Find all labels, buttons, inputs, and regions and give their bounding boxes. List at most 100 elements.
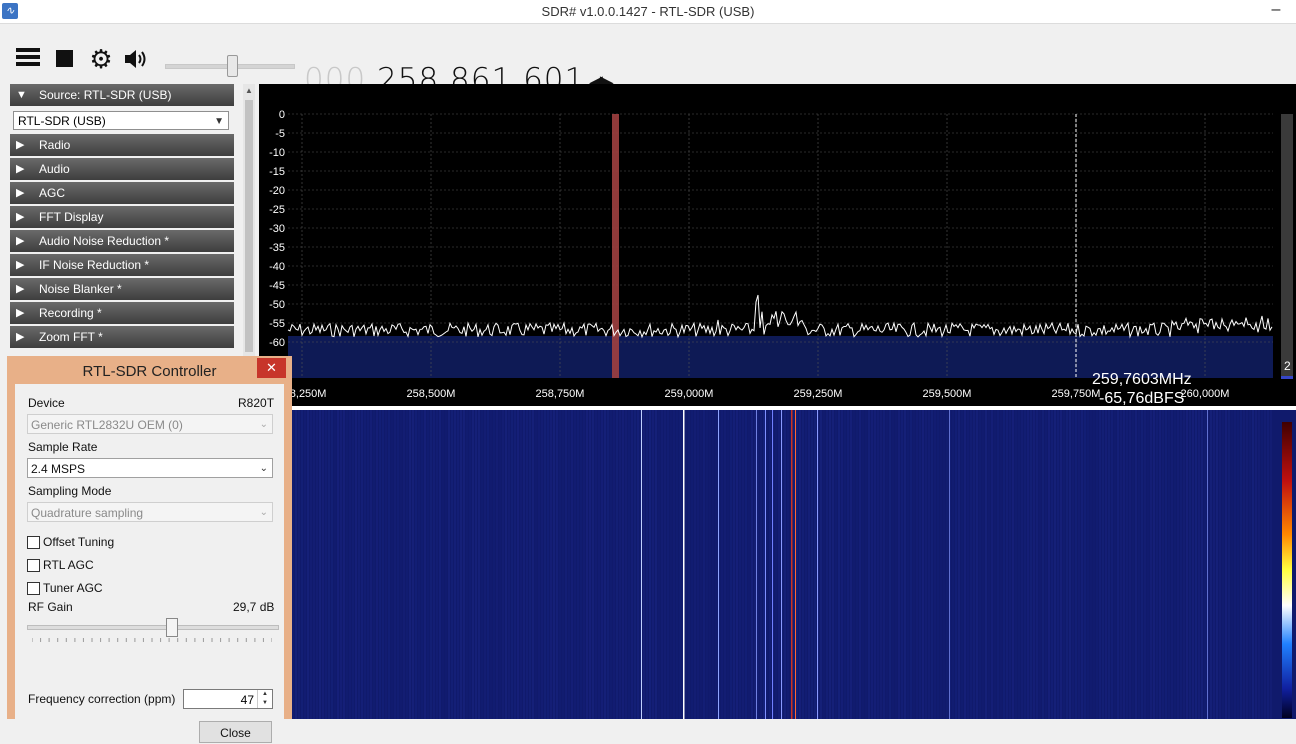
waterfall-noise <box>970 410 972 719</box>
waterfall-noise <box>685 410 687 719</box>
sidebar-scrollbar[interactable]: ▲ <box>243 84 255 356</box>
waterfall-noise <box>1081 410 1083 719</box>
waterfall-noise <box>310 410 312 719</box>
waterfall-noise <box>412 410 414 719</box>
device-select[interactable]: Generic RTL2832U OEM (0) ⌄ <box>27 414 273 434</box>
waterfall-noise <box>670 410 672 719</box>
waterfall-noise <box>1117 410 1119 719</box>
waterfall-noise <box>1168 410 1170 719</box>
waterfall-noise <box>679 410 681 719</box>
panel-header-radio[interactable]: ▶ Radio <box>10 134 234 156</box>
waterfall-noise <box>643 410 645 719</box>
db-tick-label: -45 <box>269 280 285 292</box>
waterfall-noise <box>976 410 978 719</box>
panel-header-audio[interactable]: ▶ Audio <box>10 158 234 180</box>
dialog-title-bar[interactable]: RTL-SDR Controller ✕ <box>7 356 292 384</box>
chevron-down-icon: ⌄ <box>259 507 268 518</box>
source-select[interactable]: RTL-SDR (USB) ▼ <box>13 111 229 130</box>
source-panel-header[interactable]: ▼ Source: RTL-SDR (USB) <box>10 84 234 106</box>
ppm-input[interactable]: 47 ▲ ▼ <box>183 689 273 709</box>
waterfall-noise <box>982 410 984 719</box>
spectrum-scrollbar[interactable] <box>1281 114 1293 376</box>
rf-gain-slider-thumb[interactable] <box>166 618 179 637</box>
panel-header-label: Zoom FFT * <box>39 330 103 344</box>
waterfall-noise <box>763 410 765 719</box>
waterfall-noise <box>367 410 369 719</box>
waterfall-noise <box>1126 410 1128 719</box>
waterfall-noise <box>802 410 804 719</box>
waterfall-noise <box>1213 410 1215 719</box>
waterfall-noise <box>1078 410 1080 719</box>
sidebar-scroll-thumb[interactable] <box>245 100 253 352</box>
waterfall-noise <box>964 410 966 719</box>
rtl-agc-checkbox[interactable] <box>27 559 40 572</box>
gear-icon[interactable]: ⚙ <box>88 46 114 72</box>
waterfall-noise <box>700 410 702 719</box>
waterfall-noise <box>520 410 522 719</box>
spectrum-scroll-thumb[interactable] <box>1281 376 1293 379</box>
waterfall-noise <box>874 410 876 719</box>
waterfall-noise <box>358 410 360 719</box>
waterfall-noise <box>580 410 582 719</box>
speaker-icon[interactable] <box>123 46 149 72</box>
offset-tuning-checkbox[interactable] <box>27 536 40 549</box>
sample-rate-select[interactable]: 2.4 MSPS ⌄ <box>27 458 273 478</box>
close-button[interactable]: Close <box>199 721 272 743</box>
device-tuner-value: R820T <box>238 396 275 410</box>
waterfall-noise <box>979 410 981 719</box>
dialog-close-icon[interactable]: ✕ <box>257 358 286 378</box>
waterfall-noise <box>613 410 615 719</box>
ppm-value: 47 <box>240 693 254 707</box>
waterfall-noise <box>1018 410 1020 719</box>
waterfall-noise <box>787 410 789 719</box>
waterfall-noise <box>823 410 825 719</box>
freq-tick-label: 259,250M <box>794 388 843 400</box>
waterfall-noise <box>832 410 834 719</box>
waterfall-noise <box>622 410 624 719</box>
waterfall-noise <box>340 410 342 719</box>
rf-gain-slider[interactable] <box>27 625 279 630</box>
panel-header-agc[interactable]: ▶ AGC <box>10 182 234 204</box>
waterfall-noise <box>904 410 906 719</box>
spectrum-analyzer[interactable]: 0 -5 -10 -15 -20 -25 -30 -35 -40 -45 -50 -55 -60 258,… <box>259 84 1296 407</box>
panel-header-recording[interactable]: ▶ Recording * <box>10 302 234 324</box>
waterfall-noise <box>337 410 339 719</box>
volume-slider-thumb[interactable] <box>227 55 238 77</box>
waterfall-noise <box>1042 410 1044 719</box>
waterfall-noise <box>370 410 372 719</box>
sampling-mode-select[interactable]: Quadrature sampling ⌄ <box>27 502 273 522</box>
waterfall-noise <box>601 410 603 719</box>
waterfall-signal-line <box>817 410 818 719</box>
waterfall-noise <box>571 410 573 719</box>
panel-header-noise-blanker[interactable]: ▶ Noise Blanker * <box>10 278 234 300</box>
volume-slider[interactable] <box>165 55 295 77</box>
waterfall-noise <box>1123 410 1125 719</box>
waterfall-display[interactable] <box>259 410 1296 719</box>
panel-header-fft-display[interactable]: ▶ FFT Display <box>10 206 234 228</box>
waterfall-noise <box>850 410 852 719</box>
waterfall-noise <box>847 410 849 719</box>
menu-icon[interactable] <box>16 46 42 72</box>
waterfall-noise <box>676 410 678 719</box>
panel-header-zoom-fft[interactable]: ▶ Zoom FFT * <box>10 326 234 348</box>
waterfall-noise <box>343 410 345 719</box>
panel-header-if-noise-reduction[interactable]: ▶ IF Noise Reduction * <box>10 254 234 276</box>
waterfall-noise <box>304 410 306 719</box>
waterfall-noise <box>544 410 546 719</box>
minimize-button[interactable]: – <box>1266 0 1286 23</box>
waterfall-noise <box>1096 410 1098 719</box>
waterfall-noise <box>607 410 609 719</box>
waterfall-noise <box>1159 410 1161 719</box>
panel-header-audio-noise-reduction[interactable]: ▶ Audio Noise Reduction * <box>10 230 234 252</box>
waterfall-noise <box>292 410 294 719</box>
ppm-spinner-icon[interactable]: ▲ ▼ <box>257 690 272 708</box>
scroll-up-icon[interactable]: ▲ <box>243 84 255 98</box>
waterfall-noise <box>499 410 501 719</box>
waterfall-noise <box>418 410 420 719</box>
waterfall-signal-line <box>683 410 685 719</box>
tuner-agc-checkbox[interactable] <box>27 582 40 595</box>
waterfall-noise <box>472 410 474 719</box>
waterfall-noise <box>451 410 453 719</box>
stop-icon[interactable] <box>56 46 82 72</box>
db-tick-label: -50 <box>269 299 285 311</box>
